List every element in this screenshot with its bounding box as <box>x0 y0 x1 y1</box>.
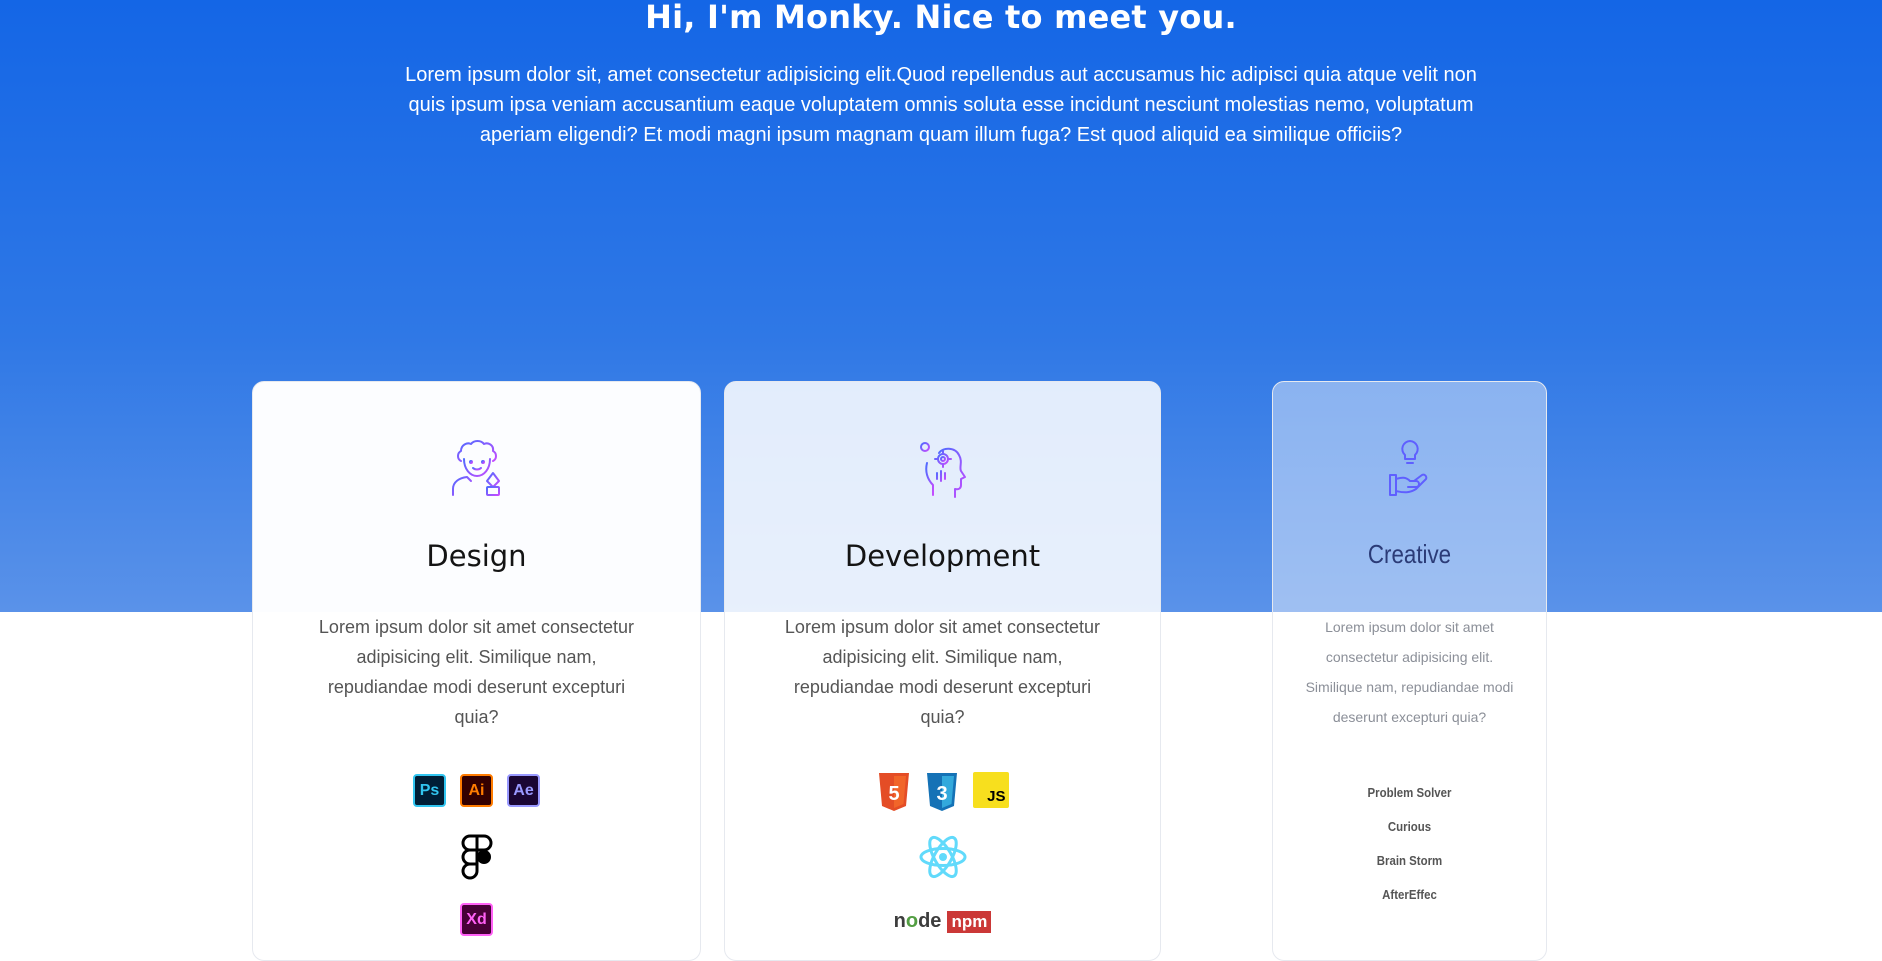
list-item: AfterEffec <box>1382 887 1437 902</box>
hero-intro-text: Lorem ipsum dolor sit, amet consectetur … <box>405 64 1477 146</box>
creative-card-description: Lorem ipsum dolor sit amet consectetur a… <box>1305 619 1514 725</box>
npm-icon: npm <box>947 910 992 933</box>
dev-tools-row-3: node npm <box>725 910 1160 933</box>
creative-skills-list: Problem Solver Curious Brain Storm After… <box>1273 776 1546 912</box>
svg-text:5: 5 <box>888 783 899 805</box>
after-effects-icon: Ae <box>507 774 540 807</box>
list-item: Brain Storm <box>1376 853 1443 868</box>
design-tools-row: Ps Ai Ae <box>253 774 700 807</box>
svg-text:3: 3 <box>936 783 947 805</box>
development-card: Development Lorem ipsum dolor sit amet c… <box>724 381 1161 961</box>
figma-icon <box>461 834 492 880</box>
illustrator-icon: Ai <box>460 774 493 807</box>
javascript-icon: JS <box>972 772 1009 808</box>
xd-icon: Xd <box>460 903 493 936</box>
design-card: Design Lorem ipsum dolor sit amet consec… <box>252 381 701 961</box>
html5-icon: 5 <box>878 773 909 811</box>
css3-icon: 3 <box>926 773 957 811</box>
design-tools-row-2 <box>253 834 700 880</box>
dev-tools-row: 5 3 JS <box>725 772 1160 812</box>
development-card-description: Lorem ipsum dolor sit amet consectetur a… <box>784 617 1101 727</box>
development-card-title: Development <box>844 539 1041 573</box>
hero-title: Hi, I'm Monky. Nice to meet you. <box>645 0 1237 36</box>
list-item: Curious <box>1387 819 1432 834</box>
react-icon <box>919 835 966 879</box>
design-card-title: Design <box>426 539 527 573</box>
node-icon: node <box>893 910 942 932</box>
list-item: Problem Solver <box>1367 785 1452 800</box>
design-card-description: Lorem ipsum dolor sit amet consectetur a… <box>318 617 635 727</box>
creative-card-title: Creative <box>1367 539 1452 569</box>
photoshop-icon: Ps <box>413 774 446 807</box>
lightbulb-hand-icon <box>1388 440 1427 496</box>
creative-card: Creative Lorem ipsum dolor sit amet cons… <box>1272 381 1547 961</box>
dev-tools-row-2 <box>725 834 1160 880</box>
design-tools-row-3: Xd <box>253 903 700 936</box>
designer-avatar-pen-icon <box>451 440 500 496</box>
developer-head-gear-icon <box>919 442 966 498</box>
